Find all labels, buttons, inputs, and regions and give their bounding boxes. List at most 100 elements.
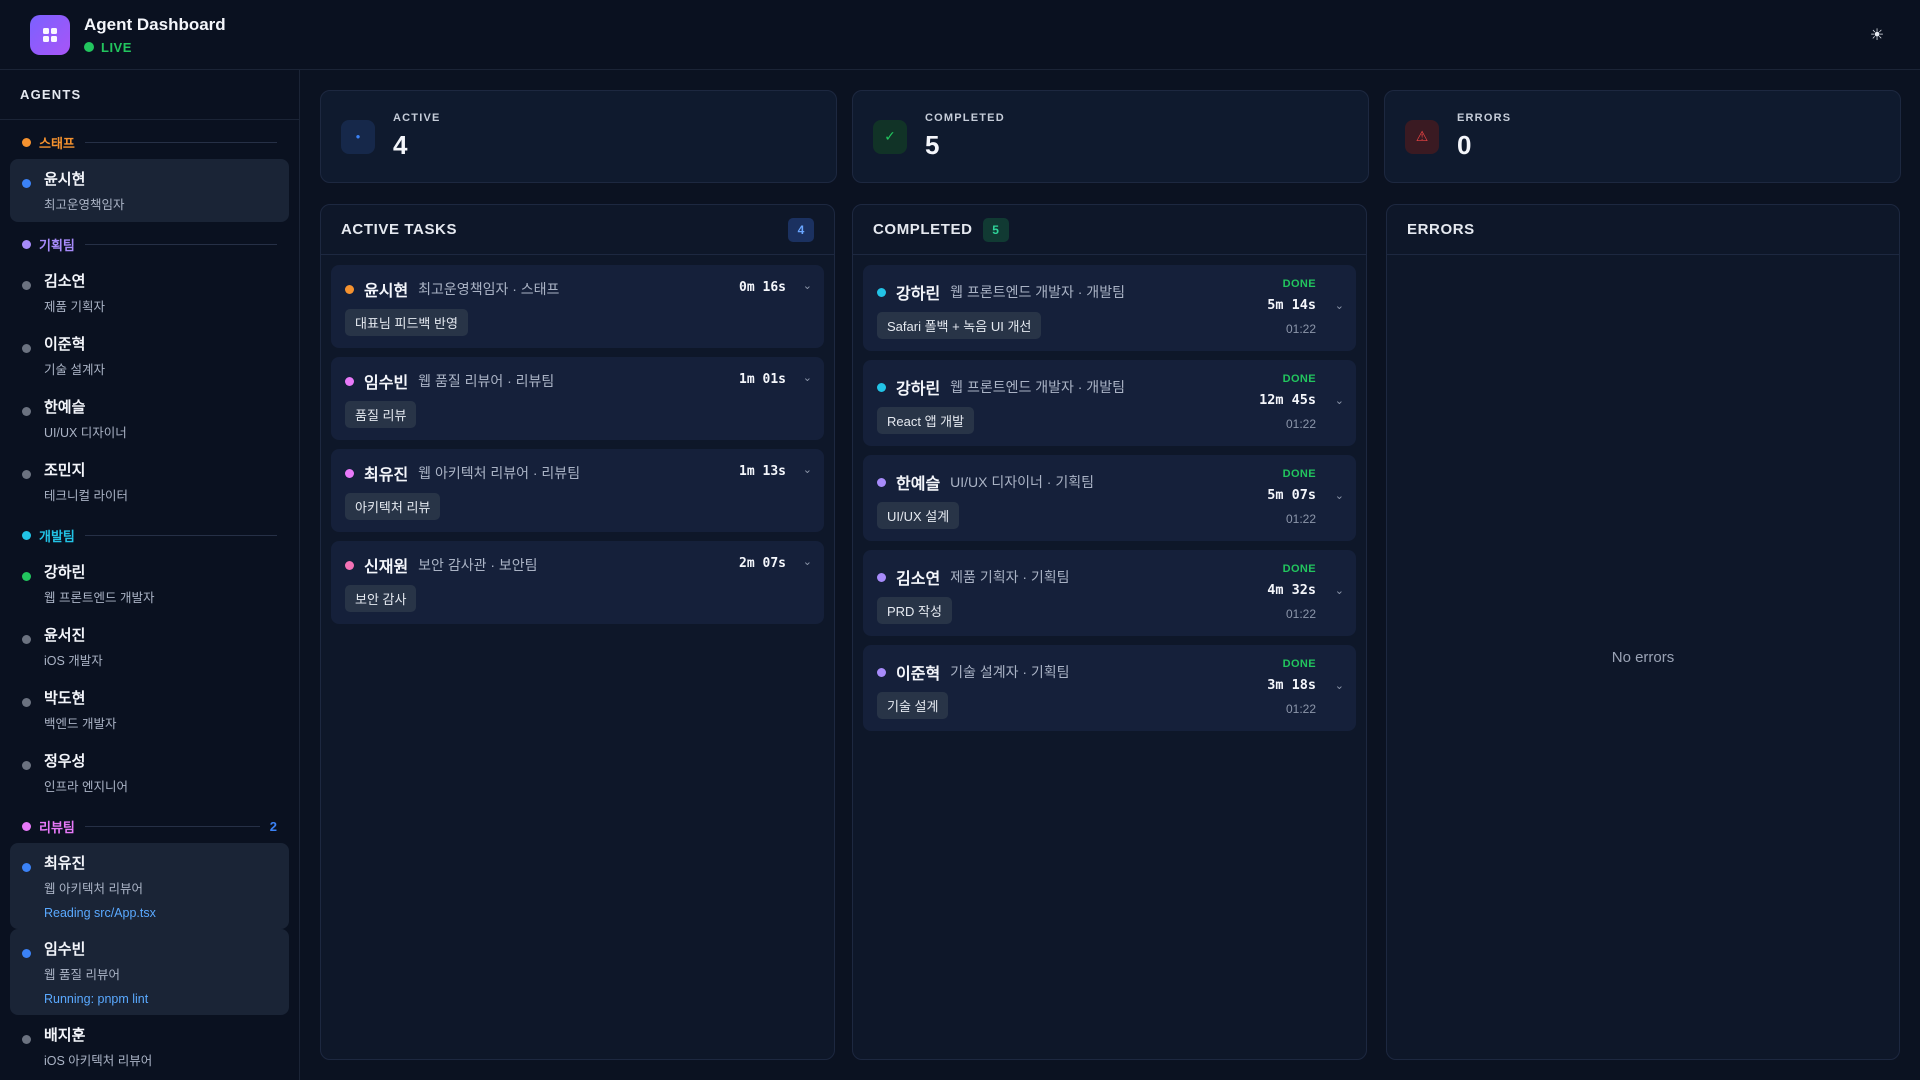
sidebar-agent-item[interactable]: 정우성 인프라 엔지니어 <box>10 741 289 804</box>
sidebar-agent-item[interactable]: 최유진 웹 아키텍처 리뷰어 Reading src/App.tsx <box>10 843 289 929</box>
chevron-down-icon[interactable]: ⌄ <box>1335 489 1344 502</box>
task-agent-name: 윤시현 <box>364 283 409 300</box>
stat-text: ERRORS 0 <box>1457 112 1511 161</box>
task-status-dot-icon <box>345 560 354 570</box>
app-logo-icon <box>30 14 70 55</box>
task-agent-role: 웹 품질 리뷰어 · 리뷰팀 <box>418 373 555 389</box>
stat-errors-icon: ⚠ <box>1405 119 1439 154</box>
agent-role: iOS 아키텍처 리뷰어 <box>44 1054 153 1068</box>
agent-name: 이준혁 <box>44 336 86 353</box>
task-agent-role: 웹 프론트엔드 개발자 · 개발팀 <box>950 379 1125 395</box>
stat-card-active: ● ACTIVE 4 <box>320 90 837 183</box>
active-task-card[interactable]: 임수빈 웹 품질 리뷰어 · 리뷰팀 1m 01s ⌄ 품질 리뷰 <box>331 357 824 440</box>
agent-status-dot-icon <box>22 698 31 707</box>
task-finished-time: 01:22 <box>1285 512 1316 526</box>
active-task-card[interactable]: 최유진 웹 아키텍처 리뷰어 · 리뷰팀 1m 13s ⌄ 아키텍처 리뷰 <box>331 449 824 532</box>
chevron-down-icon[interactable]: ⌄ <box>1335 394 1344 407</box>
agent-status-dot-icon <box>22 761 31 770</box>
sidebar-agent-item[interactable]: 한예슬 UI/UX 디자이너 <box>10 387 289 450</box>
app-header: Agent Dashboard LIVE ☀ <box>0 0 1920 70</box>
active-tasks-title: ACTIVE TASKS <box>341 221 458 238</box>
active-task-card[interactable]: 윤시현 최고운영책임자 · 스태프 0m 16s ⌄ 대표님 피드백 반영 <box>331 265 824 348</box>
group-dot-icon <box>22 137 31 147</box>
task-tag: 보안 감사 <box>345 585 417 612</box>
agent-name: 강하린 <box>44 564 86 581</box>
chevron-down-icon[interactable]: ⌄ <box>803 463 812 476</box>
task-status-dot-icon <box>877 667 886 677</box>
group-divider <box>84 534 277 536</box>
sidebar-agent-item[interactable]: 강하린 웹 프론트엔드 개발자 <box>10 552 289 615</box>
agent-status-dot-icon <box>22 344 31 353</box>
active-task-card[interactable]: 신재원 보안 감사관 · 보안팀 2m 07s ⌄ 보안 감사 <box>331 541 824 624</box>
group-divider <box>84 243 277 245</box>
task-agent-role: 웹 프론트엔드 개발자 · 개발팀 <box>950 284 1125 300</box>
group-dot-icon <box>22 530 31 540</box>
agent-name: 박도현 <box>44 690 86 707</box>
agent-name: 최유진 <box>44 855 86 872</box>
task-duration: 12m 45s <box>1259 392 1316 408</box>
app-title: Agent Dashboard <box>84 14 226 34</box>
task-finished-time: 01:22 <box>1285 417 1316 431</box>
errors-title: ERRORS <box>1407 221 1475 238</box>
sidebar-agent-item[interactable]: 배지훈 iOS 아키텍처 리뷰어 <box>10 1015 289 1078</box>
task-finished-time: 01:22 <box>1285 702 1316 716</box>
group-name: 기획팀 <box>39 237 75 253</box>
chevron-down-icon[interactable]: ⌄ <box>803 555 812 568</box>
task-agent-role: 제품 기획자 · 기획팀 <box>950 569 1070 585</box>
brand: Agent Dashboard LIVE <box>84 15 226 55</box>
sidebar-agent-item[interactable]: 윤시현 최고운영책임자 <box>10 159 289 222</box>
stat-completed-icon: ✓ <box>873 119 907 154</box>
agent-name: 임수빈 <box>44 941 86 958</box>
agents-sidebar: AGENTS 스태프 윤시현 최고운영책임자 기획팀 김소연 제품 기획자 이준혁 기술 설계… <box>0 70 300 1080</box>
agent-group-header: 기획팀 <box>22 235 277 253</box>
task-tag: 아키텍처 리뷰 <box>345 493 441 520</box>
agent-role: 테크니컬 라이터 <box>44 489 128 503</box>
live-dot-icon <box>84 42 94 52</box>
completed-task-card[interactable]: 강하린 웹 프론트엔드 개발자 · 개발팀 DONE 5m 14s 01:22 ⌄ Safa… <box>863 265 1356 351</box>
task-tag-row: 보안 감사 <box>345 575 810 612</box>
agent-role: iOS 개발자 <box>44 654 103 668</box>
task-status-dot-icon <box>877 477 886 487</box>
chevron-down-icon[interactable]: ⌄ <box>1335 299 1344 312</box>
sidebar-agent-item[interactable]: 윤서진 iOS 개발자 <box>10 615 289 678</box>
errors-empty-message: No errors <box>1611 648 1675 666</box>
task-agent-role: 기술 설계자 · 기획팀 <box>950 664 1070 680</box>
agent-name: 배지훈 <box>44 1027 86 1044</box>
sidebar-agent-item[interactable]: 조민지 테크니컬 라이터 <box>10 450 289 513</box>
chevron-down-icon[interactable]: ⌄ <box>1335 584 1344 597</box>
sidebar-agent-item[interactable]: 이준혁 기술 설계자 <box>10 324 289 387</box>
errors-header: ERRORS <box>1387 205 1899 255</box>
sidebar-agent-item[interactable]: 임수빈 웹 품질 리뷰어 Running: pnpm lint <box>10 929 289 1015</box>
chevron-down-icon[interactable]: ⌄ <box>803 279 812 292</box>
sidebar-agent-item[interactable]: 김소연 제품 기획자 <box>10 261 289 324</box>
sidebar-agent-item[interactable]: 박도현 백엔드 개발자 <box>10 678 289 741</box>
task-finished-time: 01:22 <box>1285 607 1316 621</box>
task-elapsed-time: 0m 16s <box>739 280 786 295</box>
task-tag-row: 대표님 피드백 반영 <box>345 299 810 336</box>
chevron-down-icon[interactable]: ⌄ <box>1335 679 1344 692</box>
task-duration: 3m 18s <box>1267 677 1316 693</box>
task-status-dot-icon <box>345 468 354 478</box>
completed-task-card[interactable]: 김소연 제품 기획자 · 기획팀 DONE 4m 32s 01:22 ⌄ PRD 작성 <box>863 550 1356 636</box>
task-agent-role: 웹 아키텍처 리뷰어 · 리뷰팀 <box>418 465 581 481</box>
group-divider <box>84 141 277 143</box>
agent-status-dot-icon <box>22 635 31 644</box>
stat-value: 5 <box>925 130 940 160</box>
task-tag-row: 품질 리뷰 <box>345 391 810 428</box>
active-tasks-panel: ACTIVE TASKS 4 윤시현 최고운영책임자 · 스태프 0m 16s ⌄ 대표… <box>320 204 835 1060</box>
live-indicator: LIVE <box>84 40 226 55</box>
agent-status-dot-icon <box>22 281 31 290</box>
completed-task-card[interactable]: 강하린 웹 프론트엔드 개발자 · 개발팀 DONE 12m 45s 01:22 ⌄ Rea… <box>863 360 1356 446</box>
chevron-down-icon[interactable]: ⌄ <box>803 371 812 384</box>
stat-label: ACTIVE <box>393 112 441 124</box>
theme-toggle-icon[interactable]: ☀ <box>1864 22 1890 48</box>
agent-status-dot-icon <box>22 949 31 958</box>
group-name: 개발팀 <box>39 528 75 544</box>
agent-activity: Reading src/App.tsx <box>44 906 156 920</box>
task-done-label: DONE <box>1282 658 1316 670</box>
agent-status-dot-icon <box>22 572 31 581</box>
agent-role: 제품 기획자 <box>44 300 105 314</box>
completed-task-card[interactable]: 한예슬 UI/UX 디자이너 · 기획팀 DONE 5m 07s 01:22 ⌄ UI/UX… <box>863 455 1356 541</box>
completed-task-card[interactable]: 이준혁 기술 설계자 · 기획팀 DONE 3m 18s 01:22 ⌄ 기술 설계 <box>863 645 1356 731</box>
agent-group-header: 개발팀 <box>22 526 277 544</box>
